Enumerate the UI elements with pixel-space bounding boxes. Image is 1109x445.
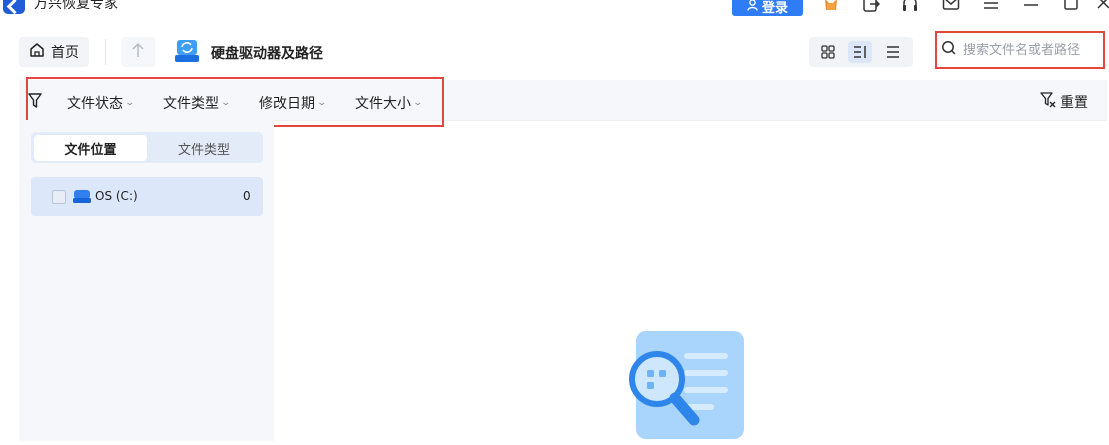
headset-icon[interactable] <box>900 0 920 14</box>
detail-view-icon[interactable] <box>848 41 872 63</box>
app-logo-icon <box>3 0 25 14</box>
export-icon[interactable] <box>861 0 881 14</box>
minimize-icon[interactable] <box>1021 0 1041 14</box>
chevron-down-icon: ⌄ <box>124 98 136 108</box>
filter-icon <box>28 93 42 109</box>
search-input[interactable] <box>963 42 1103 58</box>
mail-icon[interactable] <box>941 0 961 14</box>
menu-icon[interactable] <box>981 0 1001 14</box>
reset-label: 重置 <box>1060 95 1088 111</box>
tab-file-type[interactable]: 文件类型 <box>148 135 260 161</box>
chevron-down-icon: ⌄ <box>316 98 328 108</box>
filter-label: 文件类型 <box>163 96 219 112</box>
drive-icon <box>73 189 91 203</box>
filter-file-type[interactable]: 文件类型 ⌄ <box>163 93 232 113</box>
clear-filter-icon <box>1040 92 1056 112</box>
empty-search-illustration-icon <box>626 328 748 441</box>
location-title: 硬盘驱动器及路径 <box>211 46 323 62</box>
user-icon <box>747 0 758 14</box>
list-view-icon[interactable] <box>881 41 905 63</box>
maximize-icon[interactable] <box>1061 0 1081 14</box>
home-button[interactable]: 首页 <box>19 37 89 67</box>
gift-icon[interactable] <box>821 0 841 14</box>
drive-file-count: 0 <box>243 189 251 203</box>
tab-file-location[interactable]: 文件位置 <box>34 135 147 161</box>
tab-label: 文件位置 <box>64 142 117 158</box>
drive-label: OS (C:) <box>95 189 138 203</box>
app-title: 万兴恢复专家 <box>34 0 118 12</box>
home-icon <box>29 42 45 62</box>
left-panel <box>19 120 274 441</box>
search-box <box>935 31 1105 69</box>
close-icon[interactable] <box>1096 0 1109 14</box>
chevron-down-icon: ⌄ <box>412 98 424 108</box>
grid-view-icon[interactable] <box>816 41 840 63</box>
login-label: 登录 <box>761 1 788 16</box>
filter-file-status[interactable]: 文件状态 ⌄ <box>67 93 136 113</box>
filter-file-size[interactable]: 文件大小 ⌄ <box>355 93 424 113</box>
tab-label: 文件类型 <box>177 142 230 158</box>
home-label: 首页 <box>51 45 79 61</box>
toolbar-divider <box>105 39 106 65</box>
up-directory-button[interactable] <box>121 37 155 67</box>
arrow-up-icon <box>131 42 145 62</box>
filter-label: 修改日期 <box>259 96 315 112</box>
reset-filters-button[interactable]: 重置 <box>1040 92 1088 112</box>
filter-label: 文件状态 <box>67 96 123 112</box>
drive-checkbox[interactable] <box>52 190 66 204</box>
filter-label: 文件大小 <box>355 96 411 112</box>
search-icon <box>941 40 957 60</box>
filter-modified-date[interactable]: 修改日期 ⌄ <box>259 93 328 113</box>
hard-drive-icon <box>174 40 200 64</box>
login-button[interactable]: 登录 <box>732 0 803 16</box>
chevron-down-icon: ⌄ <box>220 98 232 108</box>
